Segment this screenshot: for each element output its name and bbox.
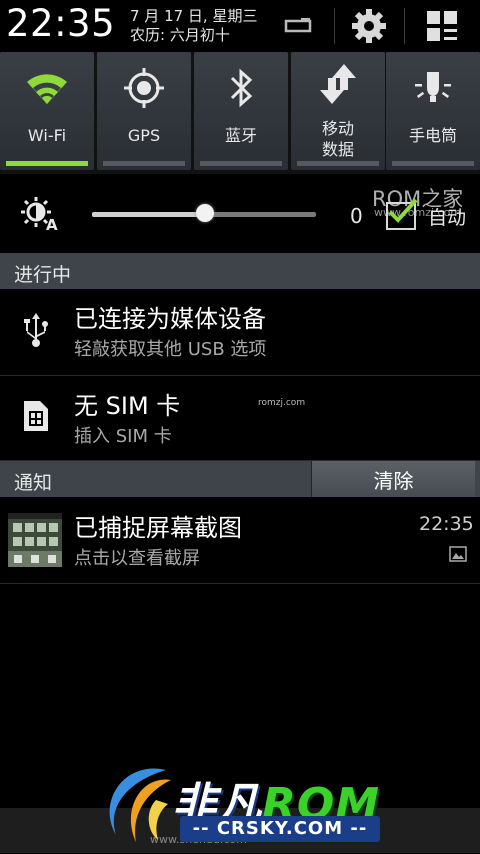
toggle-label-line2: 数据 [321,140,354,159]
screen-rotation-icon [284,18,312,33]
mobile-data-icon [320,64,356,104]
toggle-indicator [200,161,282,166]
notification-time: 22:35 [419,513,474,535]
toggle-bluetooth[interactable]: 蓝牙 [194,52,288,170]
toggle-flashlight[interactable]: 手电筒 [386,52,480,170]
auto-brightness-label: 自动 [428,207,467,229]
checkmark-icon [388,198,418,223]
toggle-indicator [6,161,88,166]
gallery-icon [449,546,467,562]
bluetooth-icon [230,68,253,108]
gps-icon [124,68,164,108]
header-divider [334,8,335,44]
section-title: 进行中 [14,264,72,286]
usb-notification[interactable]: 已连接为媒体设备 轻敲获取其他 USB 选项 [0,289,480,376]
notification-title: 无 SIM 卡 [74,392,181,420]
notification-title: 已捕捉屏幕截图 [74,514,242,542]
section-title: 通知 [14,472,53,494]
toggle-label: 手电筒 [408,126,457,145]
clock: 22:35 [6,2,116,45]
auto-brightness-checkbox[interactable] [386,198,418,230]
usb-icon [24,313,48,347]
brightness-slider-fill [92,212,205,217]
toggle-indicator [103,161,185,166]
toggle-mobile-data[interactable]: 移动 数据 [291,52,385,170]
brightness-slider-thumb[interactable] [196,204,214,222]
toggle-label: 蓝牙 [224,126,257,145]
screenshot-thumbnail-image [8,513,62,567]
gallery-icon-wrap [449,546,467,566]
notification-subtitle: 点击以查看截屏 [74,548,200,569]
ongoing-section-header: 进行中 [0,253,480,289]
toggle-label: Wi-Fi [27,126,67,145]
screen-rotation-button[interactable] [272,0,324,52]
brightness-auto-icon: A [21,197,58,234]
screenshot-thumbnail [8,513,62,567]
wifi-icon [27,74,67,104]
toggle-gps[interactable]: GPS [97,52,191,170]
toggle-label: GPS [127,126,161,145]
toggle-grid-button[interactable] [416,0,468,52]
brand-logo-swirl [96,760,180,854]
svg-text:A: A [46,216,58,232]
toggle-wifi[interactable]: Wi-Fi [0,52,94,170]
quick-settings-panel: Wi-Fi GPS 蓝牙 移动 数据 手电筒 [0,52,480,174]
lunar-date: 农历: 六月初十 [130,26,230,44]
brand-logo-subtitle: -- CRSKY.COM -- [180,816,380,842]
flashlight-icon [415,72,451,102]
watermark-text: romzj.com [258,398,306,408]
date: 7 月 17 日, 星期三 [130,7,258,25]
swirl-logo-icon [109,768,171,842]
toggle-indicator [297,161,379,166]
settings-button[interactable] [343,0,395,52]
sim-card-icon [24,401,48,431]
notification-title: 已连接为媒体设备 [74,305,266,333]
header-divider [404,8,405,44]
toggle-label-line1: 移动 [321,119,354,138]
toggle-indicator [392,161,474,166]
auto-brightness-icon-wrap: A [20,196,60,236]
settings-gear-icon [352,9,386,43]
notification-subtitle: 插入 SIM 卡 [74,426,172,447]
brightness-value: 0 [350,204,363,228]
notification-header: 22:35 7 月 17 日, 星期三 农历: 六月初十 [0,0,480,52]
toggle-label: 移动 数据 [291,118,385,160]
notification-subtitle: 轻敲获取其他 USB 选项 [74,339,267,360]
sim-notification[interactable]: 无 SIM 卡 插入 SIM 卡 romzj.com [0,376,480,461]
grid-toggle-icon [427,11,457,41]
clear-button[interactable]: 清除 [311,461,475,497]
